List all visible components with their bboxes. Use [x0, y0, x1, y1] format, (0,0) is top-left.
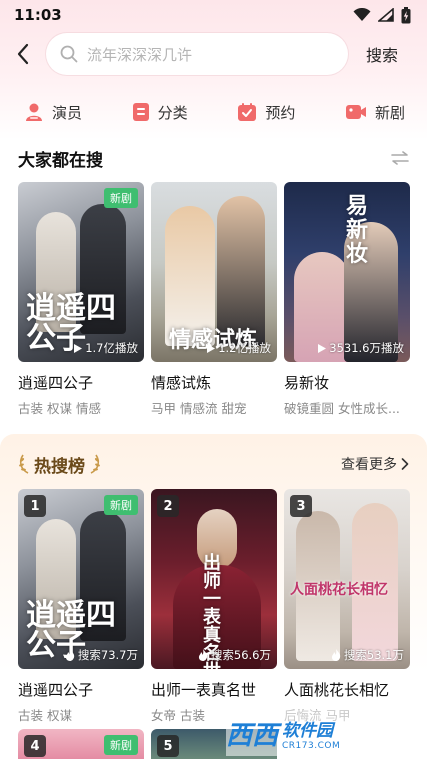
calendar-check-icon: [238, 103, 257, 121]
card-title: 出师一表真名世: [151, 681, 257, 699]
hot-drama-card[interactable]: 4 新剧: [18, 729, 144, 759]
poster-image[interactable]: 逍遥四公子 1 新剧 搜索73.7万: [18, 489, 144, 669]
play-icon: [318, 343, 327, 353]
rank-badge: 3: [290, 495, 312, 517]
poster-image[interactable]: 易新妆 3531.6万播放: [284, 182, 410, 362]
wifi-icon: [353, 8, 371, 21]
watermark-text: 软件园 CR173.COM: [282, 716, 340, 751]
card-tags: 破镜重圆 女性成长...: [284, 401, 400, 416]
play-count: 1.7亿播放: [74, 340, 138, 356]
hot-search-header: 热搜榜 查看更多: [18, 451, 409, 477]
flame-icon: [331, 649, 341, 661]
search-input[interactable]: 流年深深深几许: [46, 33, 348, 75]
hot-drama-card[interactable]: 出师一表真名世 2 搜索56.6万 出师一表真名世 女帝 古装: [151, 489, 277, 724]
person-icon: [26, 103, 42, 121]
hot-title-wrap: 热搜榜: [18, 452, 101, 477]
watermark-logo: 西西: [226, 720, 279, 751]
category-label: 分类: [157, 103, 188, 122]
refresh-swap-icon[interactable]: [391, 151, 409, 165]
search-count: 搜索56.6万: [198, 647, 271, 663]
category-icon: [132, 103, 149, 121]
play-icon: [74, 343, 83, 353]
search-count-value: 搜索73.7万: [77, 648, 138, 662]
hot-drama-card[interactable]: 人面桃花长相忆 3 搜索53.1万 人面桃花长相忆 后悔流 马甲: [284, 489, 410, 724]
drama-card[interactable]: 逍遥四公子 新剧 1.7亿播放 逍遥四公子 古装 权谋 情感: [18, 182, 144, 417]
play-icon: [207, 343, 216, 353]
card-tags: 古装 权谋 情感: [18, 401, 101, 416]
card-title: 情感试炼: [151, 374, 212, 392]
search-count-value: 搜索53.1万: [343, 648, 404, 662]
new-badge: 新剧: [104, 495, 138, 515]
poster-calligraphy: 易新妆: [346, 193, 369, 267]
category-label: 预约: [265, 103, 296, 122]
search-count: 搜索73.7万: [65, 647, 138, 663]
status-icons: [353, 6, 411, 24]
category-new-dramas[interactable]: 新剧: [345, 102, 405, 123]
battery-icon: [401, 6, 411, 23]
watermark-main: 软件园: [282, 720, 334, 741]
watermark-sub: CR173.COM: [282, 740, 341, 751]
poster-image[interactable]: 逍遥四公子 新剧 1.7亿播放: [18, 182, 144, 362]
poster-image[interactable]: 出师一表真名世 2 搜索56.6万: [151, 489, 277, 669]
card-title: 逍遥四公子: [18, 681, 94, 699]
video-icon: [345, 105, 366, 119]
new-badge: 新剧: [104, 735, 138, 755]
poster-calligraphy: 人面桃花长相忆: [290, 582, 388, 598]
card-tags: 马甲 情感流 甜宠: [151, 401, 247, 416]
drama-card[interactable]: 情感试炼 1.2亿播放 情感试炼 马甲 情感流 甜宠: [151, 182, 277, 417]
category-row: 演员 分类 预约 新剧: [0, 94, 427, 130]
card-title: 易新妆: [284, 374, 330, 392]
search-icon: [60, 45, 78, 63]
flame-icon: [65, 649, 75, 661]
search-placeholder: 流年深深深几许: [87, 45, 193, 64]
play-count: 3531.6万播放: [318, 340, 404, 356]
category-label: 新剧: [374, 103, 405, 122]
play-count-value: 1.2亿播放: [218, 341, 271, 355]
category-label: 演员: [52, 103, 83, 122]
see-more-link[interactable]: 查看更多: [341, 454, 409, 474]
flame-icon: [198, 649, 208, 661]
category-actors[interactable]: 演员: [24, 102, 82, 123]
poster-image[interactable]: 人面桃花长相忆 3 搜索53.1万: [284, 489, 410, 669]
signal-icon: [378, 8, 394, 22]
card-title: 逍遥四公子: [18, 374, 94, 392]
search-button[interactable]: 搜索: [366, 42, 398, 66]
card-tags: 古装 权谋: [18, 708, 72, 723]
poster-image[interactable]: 情感试炼 1.2亿播放: [151, 182, 277, 362]
drama-card[interactable]: 易新妆 3531.6万播放 易新妆 破镜重圆 女性成长...: [284, 182, 410, 417]
search-count-value: 搜索56.6万: [210, 648, 271, 662]
chevron-right-icon: [401, 458, 409, 470]
hot-search-title: 热搜榜: [34, 456, 85, 477]
popular-section-header: 大家都在搜: [18, 144, 409, 172]
search-row: 流年深深深几许 搜索: [0, 32, 427, 76]
category-reservation[interactable]: 预约: [237, 102, 295, 123]
status-time: 11:03: [14, 6, 62, 24]
chevron-left-icon: [17, 43, 29, 65]
section-title: 大家都在搜: [18, 150, 103, 171]
rank-badge: 4: [24, 735, 46, 757]
laurel-right-icon: [90, 454, 100, 474]
back-button[interactable]: [0, 32, 46, 76]
play-count-value: 1.7亿播放: [85, 341, 138, 355]
rank-badge: 1: [24, 495, 46, 517]
poster-image[interactable]: 4 新剧: [18, 729, 144, 759]
rank-badge: 2: [157, 495, 179, 517]
laurel-left-icon: [19, 454, 29, 474]
new-badge: 新剧: [104, 188, 138, 208]
play-count-value: 3531.6万播放: [329, 341, 404, 355]
play-count: 1.2亿播放: [207, 340, 271, 356]
see-more-label: 查看更多: [341, 457, 397, 473]
status-bar: 11:03: [0, 0, 427, 30]
hot-drama-card[interactable]: 逍遥四公子 1 新剧 搜索73.7万 逍遥四公子 古装 权谋: [18, 489, 144, 724]
site-watermark: 西西 软件园 CR173.COM: [226, 710, 408, 756]
search-count: 搜索53.1万: [331, 647, 404, 663]
card-title: 人面桃花长相忆: [284, 681, 390, 699]
category-classification[interactable]: 分类: [132, 102, 188, 123]
rank-badge: 5: [157, 735, 179, 757]
